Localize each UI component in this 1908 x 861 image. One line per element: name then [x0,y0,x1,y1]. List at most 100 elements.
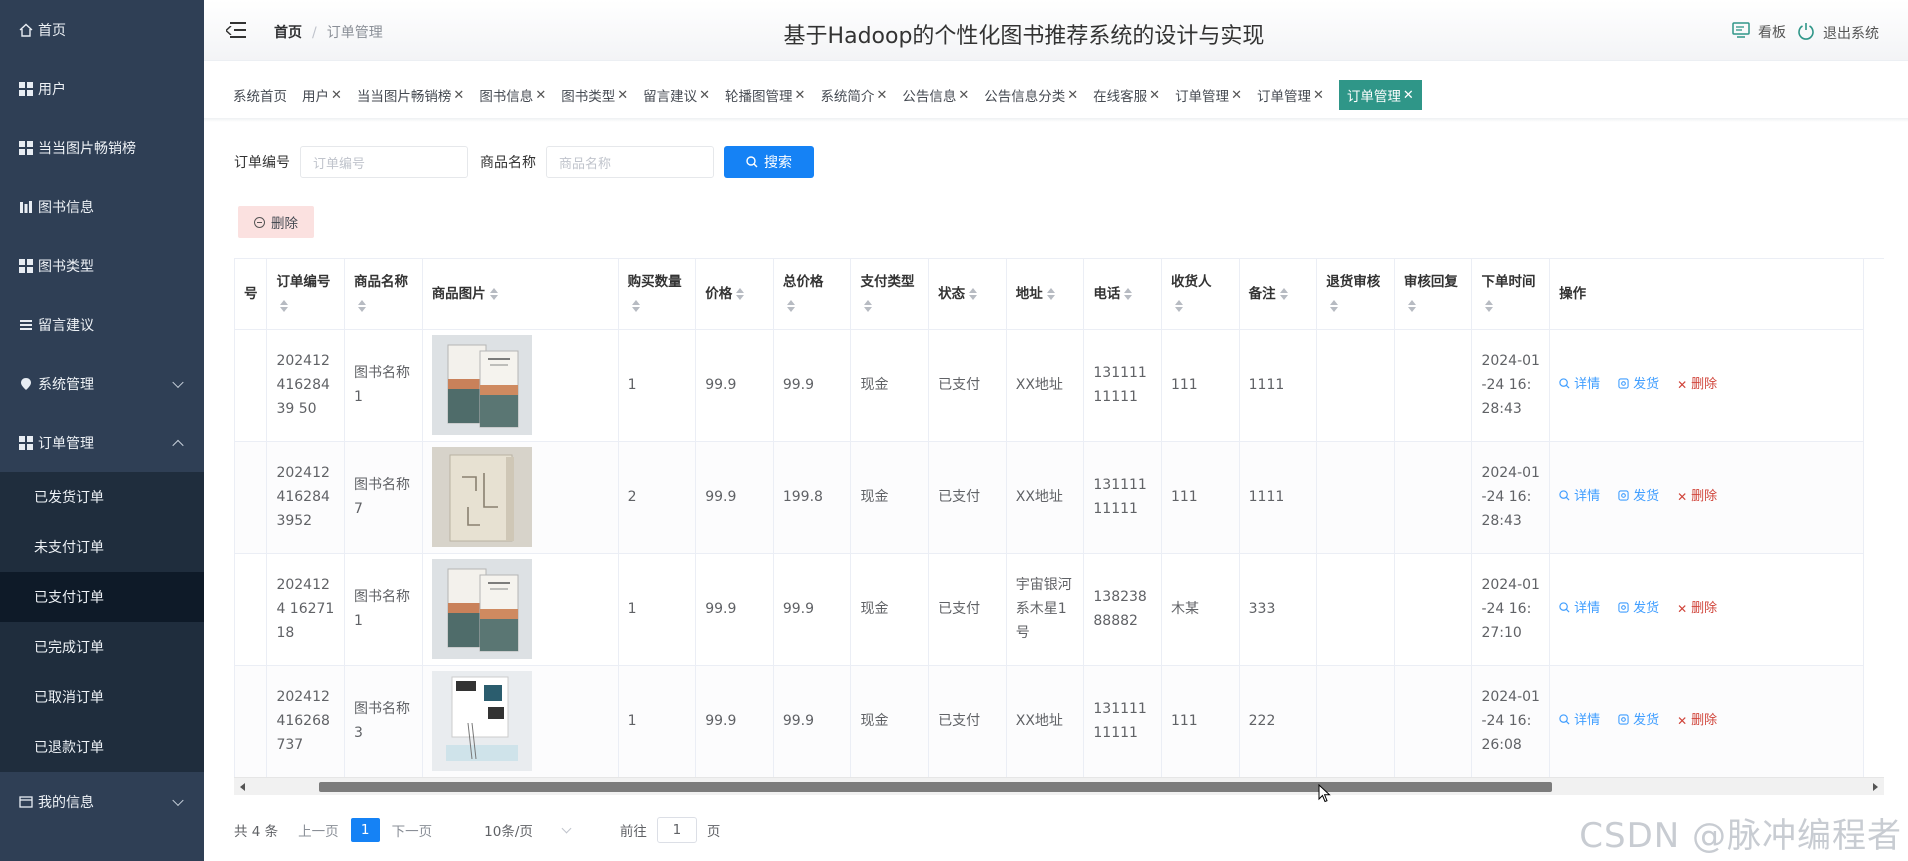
book-cover-1-image[interactable] [431,559,609,659]
detail-button[interactable]: 详情 [1559,373,1600,397]
table-row[interactable]: 2024124 1627118 图书名称1 1 99.9 99.9 现金 已支付 宇宙银河系木… [235,553,1864,666]
sort-icon[interactable] [1174,299,1183,312]
column-header[interactable]: 地址 [1006,259,1085,330]
ship-button[interactable]: 发货 [1618,373,1659,397]
tab-8[interactable]: 公告信息 ✕ [902,80,969,110]
sidebar-item-suggestions[interactable]: 留言建议 [0,295,204,354]
close-icon[interactable]: ✕ [795,88,806,103]
close-icon[interactable]: ✕ [958,88,969,103]
submenu-item-shipped[interactable]: 已发货订单 [0,472,204,522]
tab-3[interactable]: 图书信息 ✕ [479,80,546,110]
sort-icon[interactable] [489,287,498,300]
next-page-button[interactable]: 下一页 [392,820,433,840]
column-header[interactable]: 退货审核 [1316,259,1395,330]
column-header[interactable]: 电话 [1083,259,1162,330]
column-header[interactable]: 下单时间 [1471,259,1551,330]
sort-icon[interactable] [1407,299,1416,312]
close-icon[interactable]: ✕ [876,88,887,103]
sort-icon[interactable] [1485,299,1494,312]
submenu-item-refunded[interactable]: 已退款订单 [0,722,204,772]
tab-2[interactable]: 当当图片畅销榜 ✕ [357,80,464,110]
tab-0[interactable]: 系统首页 [233,80,287,110]
tab-1[interactable]: 用户 ✕ [302,80,342,110]
sort-icon[interactable] [969,287,978,300]
column-header[interactable]: 状态 [928,259,1007,330]
batch-delete-button[interactable]: 删除 [238,206,314,238]
sort-icon[interactable] [1330,299,1339,312]
delete-button[interactable]: ✕ 删除 [1677,373,1717,397]
delete-button[interactable]: ✕ 删除 [1677,709,1717,733]
product-name-input[interactable]: 商品名称 [546,146,714,178]
submenu-item-paid[interactable]: 已支付订单 [0,572,204,622]
sort-icon[interactable] [358,299,367,312]
sort-icon[interactable] [736,287,745,300]
sidebar-item-system[interactable]: 系统管理 [0,354,204,413]
dashboard-button[interactable]: 看板 [1732,22,1786,42]
submenu-item-cancelled[interactable]: 已取消订单 [0,672,204,722]
book-cover-7-image[interactable] [431,447,609,547]
sort-icon[interactable] [786,299,795,312]
close-icon[interactable]: ✕ [1149,88,1160,103]
delete-button[interactable]: ✕ 删除 [1677,597,1717,621]
close-icon[interactable]: ✕ [535,88,546,103]
ship-button[interactable]: 发货 [1618,709,1659,733]
close-icon[interactable]: ✕ [699,88,710,103]
tab-11[interactable]: 订单管理 ✕ [1175,80,1242,110]
detail-button[interactable]: 详情 [1559,485,1600,509]
order-no-input[interactable]: 订单编号 [300,146,468,178]
delete-button[interactable]: ✕ 删除 [1677,485,1717,509]
search-button[interactable]: 搜索 [724,146,814,178]
column-header[interactable]: 价格 [695,259,774,330]
tab-10[interactable]: 在线客服 ✕ [1093,80,1160,110]
goto-page-input[interactable]: 1 [656,817,697,843]
column-header[interactable]: 收货人 [1161,259,1240,330]
book-cover-1-image[interactable] [431,335,609,435]
scrollbar-thumb[interactable] [319,782,1552,792]
detail-button[interactable]: 详情 [1559,597,1600,621]
page-number-current[interactable]: 1 [350,818,380,842]
sidebar-item-my-info[interactable]: 我的信息 [0,772,204,831]
sort-icon[interactable] [1046,287,1055,300]
column-header[interactable]: 商品名称 [344,259,423,330]
scroll-left-icon[interactable] [240,783,245,791]
sort-icon[interactable] [631,299,640,312]
sort-icon[interactable] [864,299,873,312]
sidebar-item-book-info[interactable]: 图书信息 [0,177,204,236]
sidebar-item-bestsellers[interactable]: 当当图片畅销榜 [0,118,204,177]
prev-page-button[interactable]: 上一页 [298,820,339,840]
sort-icon[interactable] [1279,287,1288,300]
submenu-item-unpaid[interactable]: 未支付订单 [0,522,204,572]
table-row[interactable]: 202412416268737 图书名称3 1 99.9 99.9 现金 已支付 XX地址 13… [235,665,1864,777]
page-size-select[interactable]: 10条/页 [484,820,572,840]
close-icon[interactable]: ✕ [453,88,464,103]
table-row[interactable]: 20241241628439 50 图书名称1 1 99.9 99.9 现金 已支付 XX地址… [235,329,1864,442]
column-header[interactable]: 总价格 [773,259,852,330]
tab-7[interactable]: 系统简介 ✕ [820,80,887,110]
column-header[interactable]: 备注 [1239,259,1318,330]
table-row[interactable]: 2024124162843952 图书名称7 2 99.9 199.8 现金 已支付 XX地址… [235,441,1864,554]
close-icon[interactable]: ✕ [617,88,628,103]
detail-button[interactable]: 详情 [1559,709,1600,733]
column-header[interactable]: 订单编号 [266,259,346,330]
tab-6[interactable]: 轮播图管理 ✕ [725,80,805,110]
close-icon[interactable]: ✕ [1403,88,1414,103]
ship-button[interactable]: 发货 [1618,485,1659,509]
column-header[interactable]: 支付类型 [850,259,930,330]
close-icon[interactable]: ✕ [1067,88,1078,103]
sidebar-item-book-types[interactable]: 图书类型 [0,236,204,295]
horizontal-scrollbar[interactable] [234,777,1884,795]
close-icon[interactable]: ✕ [331,88,342,103]
book-cover-3-image[interactable] [431,671,609,771]
column-header[interactable]: 审核回复 [1394,259,1473,330]
close-icon[interactable]: ✕ [1231,88,1242,103]
logout-button[interactable]: 退出系统 [1797,22,1879,44]
ship-button[interactable]: 发货 [1618,597,1659,621]
submenu-item-completed[interactable]: 已完成订单 [0,622,204,672]
sidebar-item-orders[interactable]: 订单管理 [0,413,204,472]
sort-icon[interactable] [280,299,289,312]
sort-icon[interactable] [1124,287,1133,300]
tab-12[interactable]: 订单管理 ✕ [1257,80,1324,110]
scroll-right-icon[interactable] [1873,783,1878,791]
column-header[interactable]: 商品图片 [422,259,619,330]
tab-13[interactable]: 订单管理 ✕ [1338,80,1422,110]
